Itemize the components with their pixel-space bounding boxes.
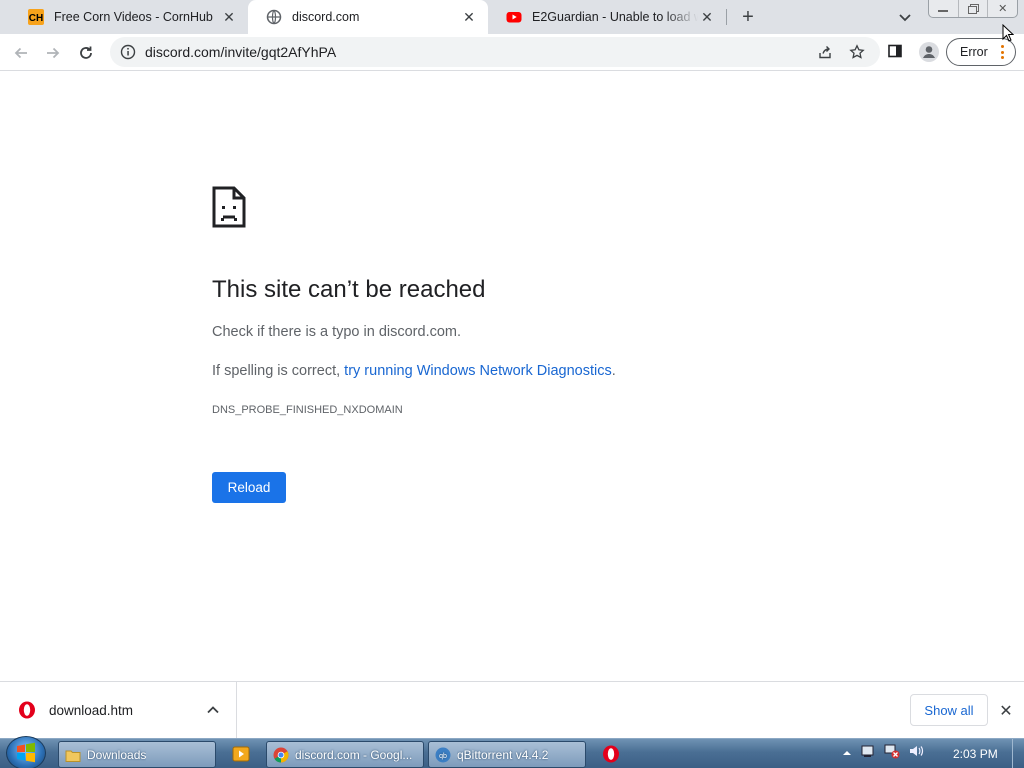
error-page: This site can’t be reached Check if ther…: [0, 72, 1024, 681]
tab-strip: CH Free Corn Videos - CornHub ✕ discord.…: [0, 0, 1024, 34]
start-button[interactable]: [6, 736, 46, 768]
side-panel-icon[interactable]: [887, 43, 905, 61]
folder-icon: [65, 750, 81, 762]
mouse-cursor-icon: [1002, 24, 1014, 42]
network-diagnostics-link[interactable]: try running Windows Network Diagnostics: [344, 363, 612, 379]
restore-button[interactable]: [957, 0, 988, 17]
opera-icon: [19, 701, 35, 719]
close-download-shelf-icon[interactable]: ✕: [996, 701, 1016, 721]
tab-title: discord.com: [292, 10, 360, 24]
tab-discord[interactable]: discord.com ✕: [248, 0, 488, 34]
youtube-icon: [506, 9, 522, 25]
tab-e2guardian[interactable]: E2Guardian - Unable to load web ✕: [488, 0, 726, 34]
svg-text:qb: qb: [439, 753, 447, 760]
profile-avatar-icon[interactable]: [918, 41, 940, 63]
qbittorrent-icon: qb: [435, 747, 451, 762]
error-code: DNS_PROBE_FINISHED_NXDOMAIN: [212, 404, 403, 416]
more-vert-icon: [1001, 45, 1005, 59]
taskbar-chrome[interactable]: discord.com - Googl...: [266, 741, 424, 768]
task-label: Downloads: [87, 747, 147, 762]
windows-taskbar: Downloads discord.com - Googl... qb qBit…: [0, 736, 1024, 768]
chevron-down-icon: [899, 14, 911, 22]
network-error-icon[interactable]: [884, 743, 900, 764]
tab-search-button[interactable]: [895, 7, 915, 27]
bookmark-star-icon[interactable]: [848, 43, 866, 61]
taskbar-qbittorrent[interactable]: qb qBittorrent v4.4.2: [428, 741, 586, 768]
download-shelf: download.htm Show all ✕: [0, 681, 1024, 738]
back-button[interactable]: [8, 40, 34, 66]
error-menu-button[interactable]: Error: [946, 38, 1016, 66]
share-icon[interactable]: [816, 43, 834, 61]
svg-text:CH: CH: [29, 13, 43, 24]
forward-button[interactable]: [40, 40, 66, 66]
download-file-name: download.htm: [49, 702, 134, 718]
download-item[interactable]: download.htm: [0, 682, 237, 738]
task-label: qBittorrent v4.4.2: [457, 747, 549, 762]
tab-divider: [726, 9, 727, 25]
diagnostics-suggestion: If spelling is correct, try running Wind…: [212, 363, 616, 379]
close-tab-icon[interactable]: ✕: [220, 8, 238, 26]
task-label: discord.com - Googl...: [295, 747, 413, 762]
action-center-icon[interactable]: [860, 743, 876, 764]
tray-expand-icon[interactable]: [842, 745, 852, 763]
browser-toolbar: discord.com/invite/gqt2AfYhPA Error: [0, 34, 1024, 71]
reload-page-button[interactable]: Reload: [212, 472, 286, 503]
info-icon[interactable]: [120, 44, 136, 60]
volume-icon[interactable]: [908, 743, 924, 764]
system-tray: [842, 743, 924, 764]
show-all-downloads-button[interactable]: Show all: [910, 694, 988, 726]
address-bar[interactable]: discord.com/invite/gqt2AfYhPA: [110, 37, 880, 67]
opera-taskbar-icon[interactable]: [599, 742, 623, 766]
close-tab-icon[interactable]: ✕: [460, 8, 478, 26]
close-tab-icon[interactable]: ✕: [698, 8, 716, 26]
windows-logo-icon: [17, 742, 35, 763]
media-player-icon[interactable]: [229, 742, 253, 766]
cornhub-favicon-icon: CH: [28, 9, 44, 25]
diagnostics-prefix: If spelling is correct,: [212, 363, 345, 379]
close-window-button[interactable]: ✕: [987, 0, 1017, 17]
minimize-button[interactable]: [929, 0, 958, 17]
tab-cornhub[interactable]: CH Free Corn Videos - CornHub ✕: [10, 0, 248, 34]
tab-title: Free Corn Videos - CornHub: [54, 10, 213, 24]
reload-button[interactable]: [73, 40, 99, 66]
chevron-up-icon[interactable]: [205, 702, 221, 718]
error-label: Error: [960, 45, 988, 59]
suggestion-text: Check if there is a typo in discord.com.: [212, 324, 462, 340]
globe-icon: [266, 9, 282, 25]
chrome-icon: [273, 747, 289, 762]
reload-icon: [80, 46, 92, 59]
diagnostics-suffix: .: [611, 363, 616, 379]
new-tab-button[interactable]: +: [736, 5, 760, 29]
show-desktop-button[interactable]: [1012, 739, 1024, 768]
taskbar-downloads[interactable]: Downloads: [58, 741, 216, 768]
sad-page-icon: [212, 186, 246, 233]
url-text[interactable]: discord.com/invite/gqt2AfYhPA: [145, 44, 336, 60]
clock[interactable]: 2:03 PM: [953, 747, 998, 761]
window-controls: ✕: [928, 0, 1018, 18]
page-title: This site can’t be reached: [212, 276, 486, 303]
forward-arrow-icon: [47, 47, 60, 59]
back-arrow-icon: [14, 47, 27, 59]
tab-title: E2Guardian - Unable to load web: [532, 10, 698, 24]
